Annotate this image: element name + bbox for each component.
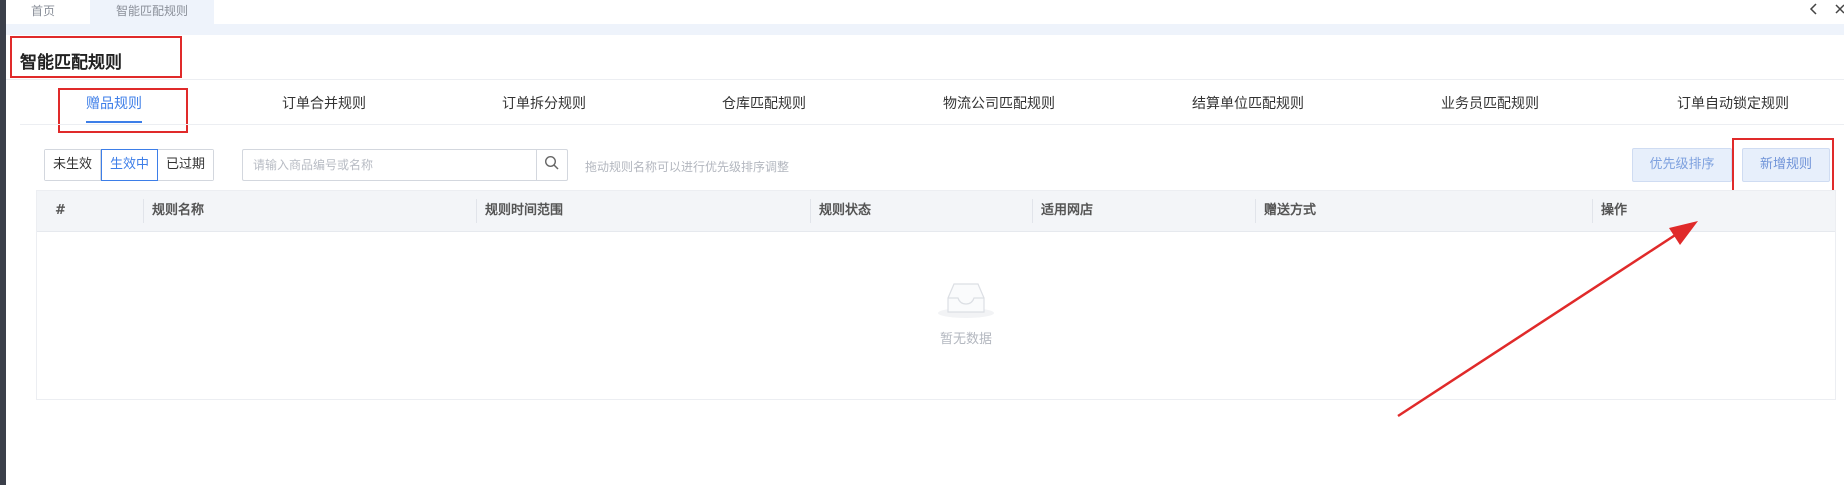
rules-table: # 规则名称 规则时间范围 规则状态 适用网店 赠送方式 操作 暂无数据 — [36, 190, 1836, 400]
column-header-shop: 适用网店 — [1041, 203, 1094, 218]
empty-state: 暂无数据 — [906, 276, 1026, 347]
column-header-rule-name: 规则名称 — [152, 203, 205, 218]
header-band — [6, 24, 1844, 35]
close-icon[interactable] — [1834, 1, 1844, 21]
empty-inbox-icon — [934, 283, 998, 324]
search-box — [242, 149, 568, 181]
tab-order-auto-lock-rules[interactable]: 订单自动锁定规则 — [1677, 93, 1789, 113]
search-button[interactable] — [536, 150, 567, 180]
tab-warehouse-match-rules[interactable]: 仓库匹配规则 — [722, 93, 806, 113]
tab-logistics-match-rules[interactable]: 物流公司匹配规则 — [943, 93, 1055, 113]
status-option-inactive[interactable]: 未生效 — [45, 150, 102, 180]
empty-text: 暂无数据 — [939, 332, 992, 347]
column-separator — [1592, 199, 1593, 223]
column-header-index: # — [55, 203, 66, 218]
status-filter: 未生效 生效中 已过期 — [44, 149, 215, 181]
column-header-time-range: 规则时间范围 — [485, 203, 564, 218]
annotation-box-title — [10, 36, 182, 78]
column-header-rule-status: 规则状态 — [819, 203, 872, 218]
column-header-gift-method: 赠送方式 — [1264, 203, 1317, 218]
annotation-box-add — [1732, 138, 1834, 198]
annotation-box-tab — [58, 88, 188, 133]
table-header: # 规则名称 规则时间范围 规则状态 适用网店 赠送方式 操作 — [37, 191, 1835, 232]
divider — [20, 124, 1844, 125]
column-separator — [1255, 199, 1256, 223]
search-input[interactable] — [243, 150, 536, 180]
tab-salesperson-match-rules[interactable]: 业务员匹配规则 — [1441, 93, 1539, 113]
status-option-expired[interactable]: 已过期 — [158, 150, 214, 180]
search-icon — [544, 155, 560, 175]
tab-smart-match-rules[interactable]: 智能匹配规则 — [90, 0, 214, 24]
chevron-left-icon[interactable] — [1808, 1, 1820, 21]
tab-order-split-rules[interactable]: 订单拆分规则 — [502, 93, 586, 113]
tab-order-merge-rules[interactable]: 订单合并规则 — [282, 93, 366, 113]
column-separator — [1032, 199, 1033, 223]
tab-home[interactable]: 首页 — [16, 0, 70, 24]
column-separator — [476, 199, 477, 223]
page: 首页 智能匹配规则 智能匹配规则 赠品规则 订单合并规则 订单拆分规则 仓库匹配… — [0, 0, 1844, 485]
tab-settlement-match-rules[interactable]: 结算单位匹配规则 — [1192, 93, 1304, 113]
status-option-active[interactable]: 生效中 — [101, 149, 159, 181]
sort-hint: 拖动规则名称可以进行优先级排序调整 — [585, 160, 790, 174]
priority-sort-button[interactable]: 优先级排序 — [1632, 148, 1732, 182]
top-tab-bar: 首页 智能匹配规则 — [6, 0, 1844, 24]
column-header-actions: 操作 — [1601, 203, 1628, 218]
divider — [6, 79, 1844, 80]
column-separator — [810, 199, 811, 223]
column-separator — [143, 199, 144, 223]
